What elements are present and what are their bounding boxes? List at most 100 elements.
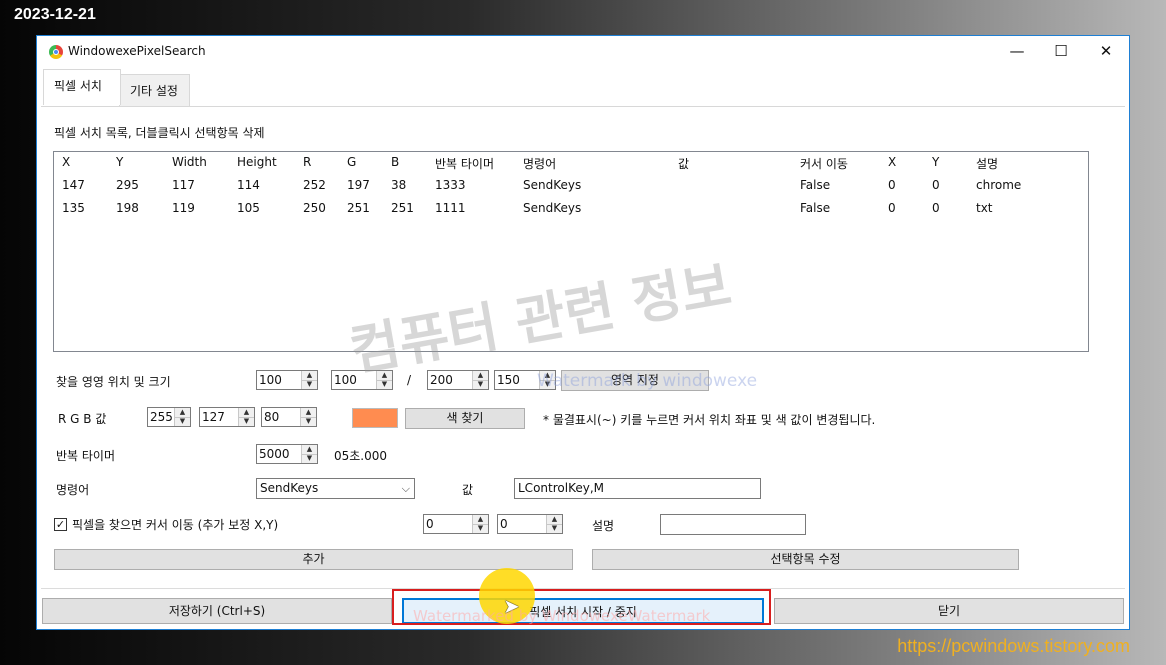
column-header-description[interactable]: 설명	[976, 155, 998, 172]
maximize-button[interactable]: ☐	[1038, 36, 1084, 67]
offset-x-stepper[interactable]: 0 ▲ ▼	[423, 514, 489, 534]
cell-command: SendKeys	[523, 201, 582, 215]
close-button[interactable]: 닫기	[774, 598, 1124, 624]
color-preview-swatch	[352, 408, 398, 428]
cell-r: 252	[303, 178, 326, 192]
column-header-y[interactable]: Y	[116, 155, 123, 169]
cell-width: 117	[172, 178, 195, 192]
area-x-stepper[interactable]: 100 ▲ ▼	[256, 370, 318, 390]
column-header-offset-y[interactable]: Y	[932, 155, 939, 169]
edit-selected-button[interactable]: 선택항목 수정	[592, 549, 1019, 570]
spin-down-icon[interactable]: ▼	[301, 417, 316, 426]
minimize-button[interactable]: —	[994, 36, 1040, 67]
cell-command: SendKeys	[523, 178, 582, 192]
cell-timer: 1333	[435, 178, 466, 192]
cell-height: 105	[237, 201, 260, 215]
column-header-b[interactable]: B	[391, 155, 399, 169]
spin-down-icon[interactable]: ▼	[547, 524, 562, 533]
add-button[interactable]: 추가	[54, 549, 573, 570]
area-separator: /	[407, 373, 412, 387]
rgb-r-stepper[interactable]: 255 ▲ ▼	[147, 407, 191, 427]
offset-x-value: 0	[426, 517, 434, 531]
site-url-watermark: https://pcwindows.tistory.com	[897, 636, 1130, 656]
cell-b: 251	[391, 201, 414, 215]
column-header-offset-x[interactable]: X	[888, 155, 896, 169]
spin-down-icon[interactable]: ▼	[540, 380, 555, 389]
cell-y: 295	[116, 178, 139, 192]
cell-offset-y: 0	[932, 178, 940, 192]
timer-stepper[interactable]: 5000 ▲ ▼	[256, 444, 318, 464]
cell-r: 250	[303, 201, 326, 215]
set-area-button[interactable]: 영역 지정	[561, 370, 709, 391]
column-header-timer[interactable]: 반복 타이머	[435, 155, 494, 172]
rgb-g-stepper[interactable]: 127 ▲ ▼	[199, 407, 255, 427]
cell-height: 114	[237, 178, 260, 192]
column-header-r[interactable]: R	[303, 155, 311, 169]
cell-b: 38	[391, 178, 407, 192]
spin-down-icon[interactable]: ▼	[302, 454, 317, 463]
date-label: 2023-12-21	[14, 6, 96, 23]
offset-y-value: 0	[500, 517, 508, 531]
column-header-height[interactable]: Height	[237, 155, 277, 169]
area-width-stepper[interactable]: 200 ▲ ▼	[427, 370, 489, 390]
rgb-g-value: 127	[202, 410, 225, 424]
cell-cursor-move: False	[800, 178, 831, 192]
tab-other-settings[interactable]: 기타 설정	[119, 74, 190, 106]
cell-x: 135	[62, 201, 85, 215]
spin-down-icon[interactable]: ▼	[377, 380, 392, 389]
window-title: WindowexePixelSearch	[68, 44, 206, 58]
find-color-button[interactable]: 색 찾기	[405, 408, 525, 429]
app-window: WindowexePixelSearch — ☐ ✕ 픽셀 서치 기타 설정 픽셀 …	[36, 35, 1130, 630]
pixel-search-list[interactable]: X Y Width Height R G B 반복 타이머 명령어 값 커서 이…	[53, 151, 1089, 352]
tab-strip: 픽셀 서치 기타 설정	[37, 67, 1129, 107]
area-height-value: 150	[497, 373, 520, 387]
column-header-value[interactable]: 값	[678, 155, 689, 172]
value-input[interactable]: LControlKey,M	[514, 478, 761, 499]
list-caption: 픽셀 서치 목록, 더블클릭시 선택항목 삭제	[54, 126, 265, 140]
spin-down-icon[interactable]: ▼	[473, 524, 488, 533]
area-y-value: 100	[334, 373, 357, 387]
area-height-stepper[interactable]: 150 ▲ ▼	[494, 370, 556, 390]
table-row[interactable]: 135 198 119 105 250 251 251 1111 SendKey…	[54, 198, 1088, 220]
spin-down-icon[interactable]: ▼	[175, 417, 190, 426]
cell-x: 147	[62, 178, 85, 192]
rgb-b-value: 80	[264, 410, 280, 424]
area-width-value: 200	[430, 373, 453, 387]
spin-down-icon[interactable]: ▼	[302, 380, 317, 389]
title-bar[interactable]: WindowexePixelSearch — ☐ ✕	[37, 36, 1129, 67]
column-header-cursor-move[interactable]: 커서 이동	[800, 155, 848, 172]
save-button[interactable]: 저장하기 (Ctrl+S)	[42, 598, 392, 624]
close-button-titlebar[interactable]: ✕	[1083, 36, 1129, 67]
table-row[interactable]: 147 295 117 114 252 197 38 1333 SendKeys…	[54, 175, 1088, 197]
area-x-value: 100	[259, 373, 282, 387]
cell-y: 198	[116, 201, 139, 215]
column-header-x[interactable]: X	[62, 155, 70, 169]
cell-offset-x: 0	[888, 201, 896, 215]
column-header-g[interactable]: G	[347, 155, 356, 169]
cell-offset-y: 0	[932, 201, 940, 215]
cell-g: 251	[347, 201, 370, 215]
spin-down-icon[interactable]: ▼	[239, 417, 254, 426]
rgb-label: R G B 값	[58, 412, 107, 426]
move-cursor-checkbox[interactable]: ✓	[54, 518, 67, 531]
offset-y-stepper[interactable]: 0 ▲ ▼	[497, 514, 563, 534]
tab-pixel-search[interactable]: 픽셀 서치	[43, 69, 121, 105]
list-header: X Y Width Height R G B 반복 타이머 명령어 값 커서 이…	[54, 152, 1088, 174]
search-area-label: 찾을 영영 위치 및 크기	[56, 375, 171, 389]
column-header-command[interactable]: 명령어	[523, 155, 556, 172]
command-label: 명령어	[56, 483, 90, 497]
column-header-width[interactable]: Width	[172, 155, 207, 169]
chevron-down-icon: ⌵	[401, 482, 410, 495]
area-y-stepper[interactable]: 100 ▲ ▼	[331, 370, 393, 390]
highlight-annotation	[392, 589, 771, 625]
description-input[interactable]	[660, 514, 806, 535]
description-label: 설명	[592, 519, 615, 533]
mouse-pointer-icon: ➤	[503, 594, 520, 618]
command-select[interactable]: SendKeys ⌵	[256, 478, 415, 499]
timer-value: 5000	[259, 447, 290, 461]
cell-cursor-move: False	[800, 201, 831, 215]
command-selected: SendKeys	[260, 481, 319, 495]
cell-description: txt	[976, 201, 993, 215]
spin-down-icon[interactable]: ▼	[473, 380, 488, 389]
rgb-b-stepper[interactable]: 80 ▲ ▼	[261, 407, 317, 427]
